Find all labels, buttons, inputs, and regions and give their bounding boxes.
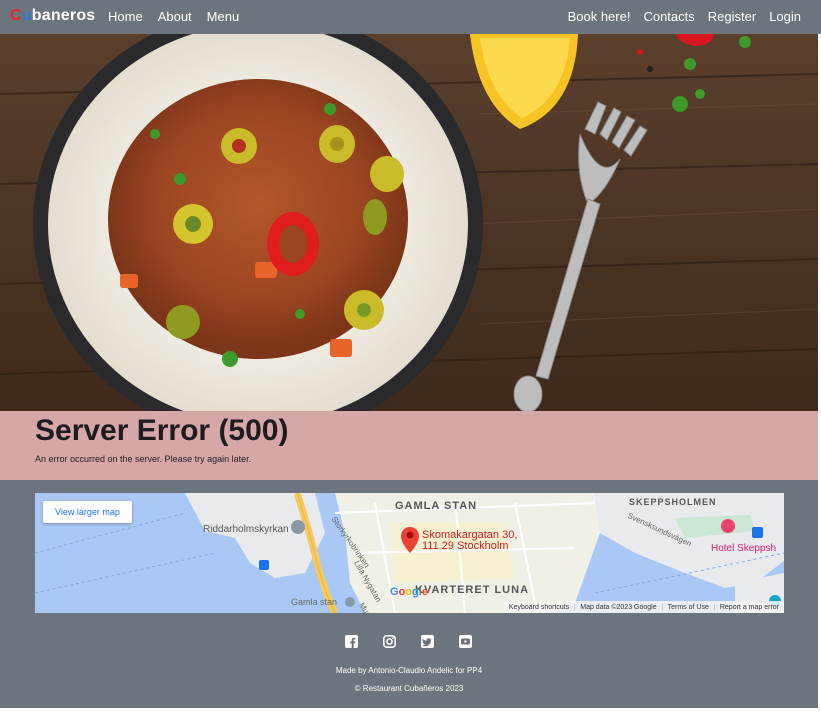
footer-made-by: Made by Antonio-Claudio Andelic for PP4 <box>335 666 483 675</box>
footer-copyright: © Restaurant Cubañeros 2023 <box>354 684 464 693</box>
instagram-icon[interactable] <box>383 635 396 648</box>
map-label-hotel: Hotel Skeppsh <box>711 543 777 554</box>
map-keyboard-shortcuts-link[interactable]: Keyboard shortcuts <box>504 604 574 611</box>
youtube-icon[interactable] <box>459 635 472 648</box>
page-bottom-edge <box>0 708 821 712</box>
error-title: Server Error (500) <box>35 414 289 447</box>
nav-register-link[interactable]: Register <box>708 9 756 24</box>
map-label-gamla-stan: GAMLA STAN <box>395 500 478 512</box>
map-label-gamla-stan-station: Gamla stan <box>291 597 338 607</box>
error-banner: Server Error (500) An error occurred on … <box>0 411 818 480</box>
map-address-line2: 111 29 Stockholm <box>422 540 509 552</box>
nav-left: Home About Menu <box>108 9 254 24</box>
map-label-skeppsholmen: SKEPPSHOLMEN <box>629 497 717 507</box>
map-label-riddarholmskyrkan: Riddarholmskyrkan <box>203 524 289 535</box>
google-logo: Google <box>390 586 428 598</box>
map-data-attribution: Map data ©2023 Google <box>574 603 661 611</box>
brand-letter-b: b <box>31 7 42 24</box>
error-message: An error occurred on the server. Please … <box>35 454 252 464</box>
hero-food-image <box>0 34 818 411</box>
nav-contacts-link[interactable]: Contacts <box>643 9 694 24</box>
brand-letter-u: u <box>21 7 32 24</box>
map-label-kvarteret-luna: KVARTERET LUNA <box>415 584 530 596</box>
food-photo-illustration <box>0 34 818 411</box>
nav-about-link[interactable]: About <box>158 9 192 24</box>
brand-letters-rest: aneros <box>41 7 96 24</box>
twitter-icon[interactable] <box>421 635 434 648</box>
google-map[interactable]: View larger map GAMLA STAN SKEPPSHOLMEN … <box>35 493 784 613</box>
nav-login-link[interactable]: Login <box>769 9 801 24</box>
map-report-error-link[interactable]: Report a map error <box>713 603 784 611</box>
map-attribution-bar: Keyboard shortcuts Map data ©2023 Google… <box>503 601 784 613</box>
social-links <box>345 635 497 648</box>
nav-right: Book here! Contacts Register Login <box>555 9 801 24</box>
facebook-icon[interactable] <box>345 635 358 648</box>
map-terms-link[interactable]: Terms of Use <box>661 603 714 611</box>
brand-logo[interactable]: Cubaneros <box>10 7 95 25</box>
navbar: Cubaneros Home About Menu Book here! Con… <box>0 0 821 34</box>
brand-letter-c: C <box>10 7 22 24</box>
nav-book-link[interactable]: Book here! <box>568 9 631 24</box>
view-larger-map-button[interactable]: View larger map <box>43 501 132 523</box>
nav-menu-link[interactable]: Menu <box>207 9 240 24</box>
nav-home-link[interactable]: Home <box>108 9 143 24</box>
